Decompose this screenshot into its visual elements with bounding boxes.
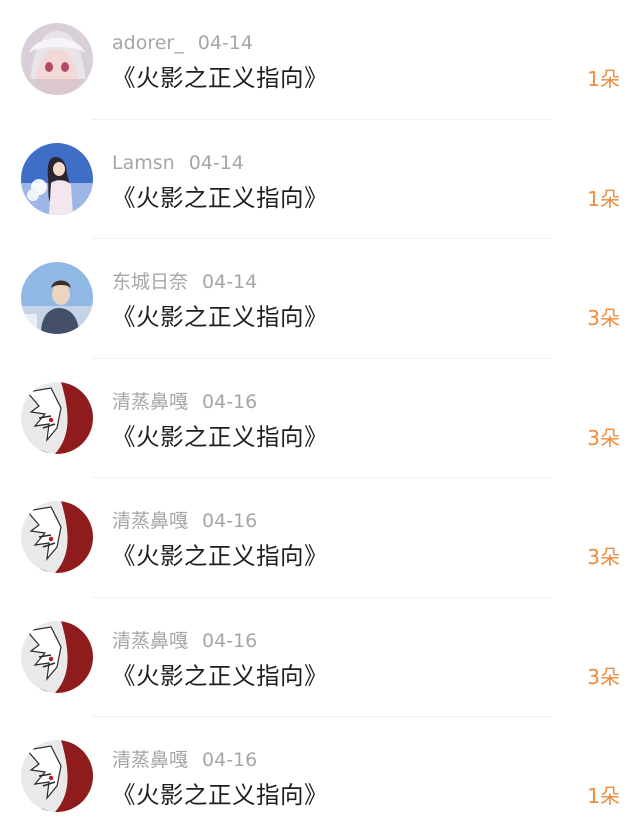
gift-count: 3朵 (587, 425, 620, 450)
avatar[interactable] (21, 620, 93, 693)
list-item[interactable]: 东城日奈 04-14 《火影之正义指向》 3朵 (0, 239, 640, 359)
username[interactable]: 清蒸鼻嘎 (112, 391, 188, 413)
avatar[interactable] (21, 501, 93, 573)
avatar[interactable] (21, 142, 93, 215)
username[interactable]: 东城日奈 (112, 271, 188, 293)
date: 04-14 (202, 271, 258, 293)
username[interactable]: adorer_ (112, 32, 184, 54)
gift-title: 《火影之正义指向》 (112, 64, 328, 92)
anime-girl-avatar-image (21, 23, 93, 95)
list-item[interactable]: 清蒸鼻嘎 04-16 《火影之正义指向》 3朵 (0, 478, 640, 598)
gift-count: 3朵 (587, 664, 620, 689)
avatar[interactable] (21, 740, 93, 812)
girl-flowers-avatar-image (21, 142, 93, 215)
gift-title: 《火影之正义指向》 (112, 542, 328, 570)
gift-count: 1朵 (587, 67, 620, 91)
gift-title: 《火影之正义指向》 (112, 781, 328, 809)
anime-red-avatar-image (21, 740, 93, 812)
date: 04-16 (202, 749, 258, 771)
record-meta: 清蒸鼻嘎 04-16 (112, 629, 257, 653)
gift-count: 3朵 (587, 545, 620, 569)
username[interactable]: 清蒸鼻嘎 (112, 630, 188, 652)
avatar[interactable] (21, 23, 93, 95)
gift-count: 1朵 (587, 784, 620, 808)
anime-red-avatar-image (21, 620, 93, 693)
gift-count: 1朵 (587, 186, 620, 211)
list-item[interactable]: Lamsn 04-14 《火影之正义指向》 1朵 (0, 120, 640, 239)
gift-title: 《火影之正义指向》 (112, 303, 328, 331)
list-item[interactable]: 清蒸鼻嘎 04-16 《火影之正义指向》 3朵 (0, 598, 640, 717)
username[interactable]: 清蒸鼻嘎 (112, 510, 188, 532)
record-meta: adorer_ 04-14 (112, 31, 253, 55)
list-item[interactable]: adorer_ 04-14 《火影之正义指向》 1朵 (0, 0, 640, 120)
date: 04-14 (197, 32, 253, 54)
gift-title: 《火影之正义指向》 (112, 422, 328, 451)
record-meta: Lamsn 04-14 (112, 151, 244, 175)
list-item[interactable]: 清蒸鼻嘎 04-16 《火影之正义指向》 1朵 (0, 717, 640, 837)
date: 04-14 (188, 151, 244, 174)
username[interactable]: Lamsn (112, 152, 175, 174)
anime-red-avatar-image (21, 381, 93, 454)
username[interactable]: 清蒸鼻嘎 (112, 749, 188, 771)
record-meta: 清蒸鼻嘎 04-16 (112, 390, 257, 414)
gift-count: 3朵 (587, 306, 620, 330)
record-meta: 东城日奈 04-14 (112, 270, 257, 294)
list-item[interactable]: 清蒸鼻嘎 04-16 《火影之正义指向》 3朵 (0, 359, 640, 478)
gift-title: 《火影之正义指向》 (112, 661, 328, 690)
gift-record-list: adorer_ 04-14 《火影之正义指向》 1朵 Lamsn 04-14 《火影… (0, 0, 640, 837)
record-meta: 清蒸鼻嘎 04-16 (112, 748, 257, 772)
record-meta: 清蒸鼻嘎 04-16 (112, 509, 257, 533)
boy-sky-avatar-image (21, 262, 93, 334)
gift-title: 《火影之正义指向》 (112, 183, 328, 212)
date: 04-16 (202, 629, 258, 652)
avatar[interactable] (21, 381, 93, 454)
date: 04-16 (202, 510, 258, 532)
anime-red-avatar-image (21, 501, 93, 573)
avatar[interactable] (21, 262, 93, 334)
date: 04-16 (202, 390, 258, 413)
